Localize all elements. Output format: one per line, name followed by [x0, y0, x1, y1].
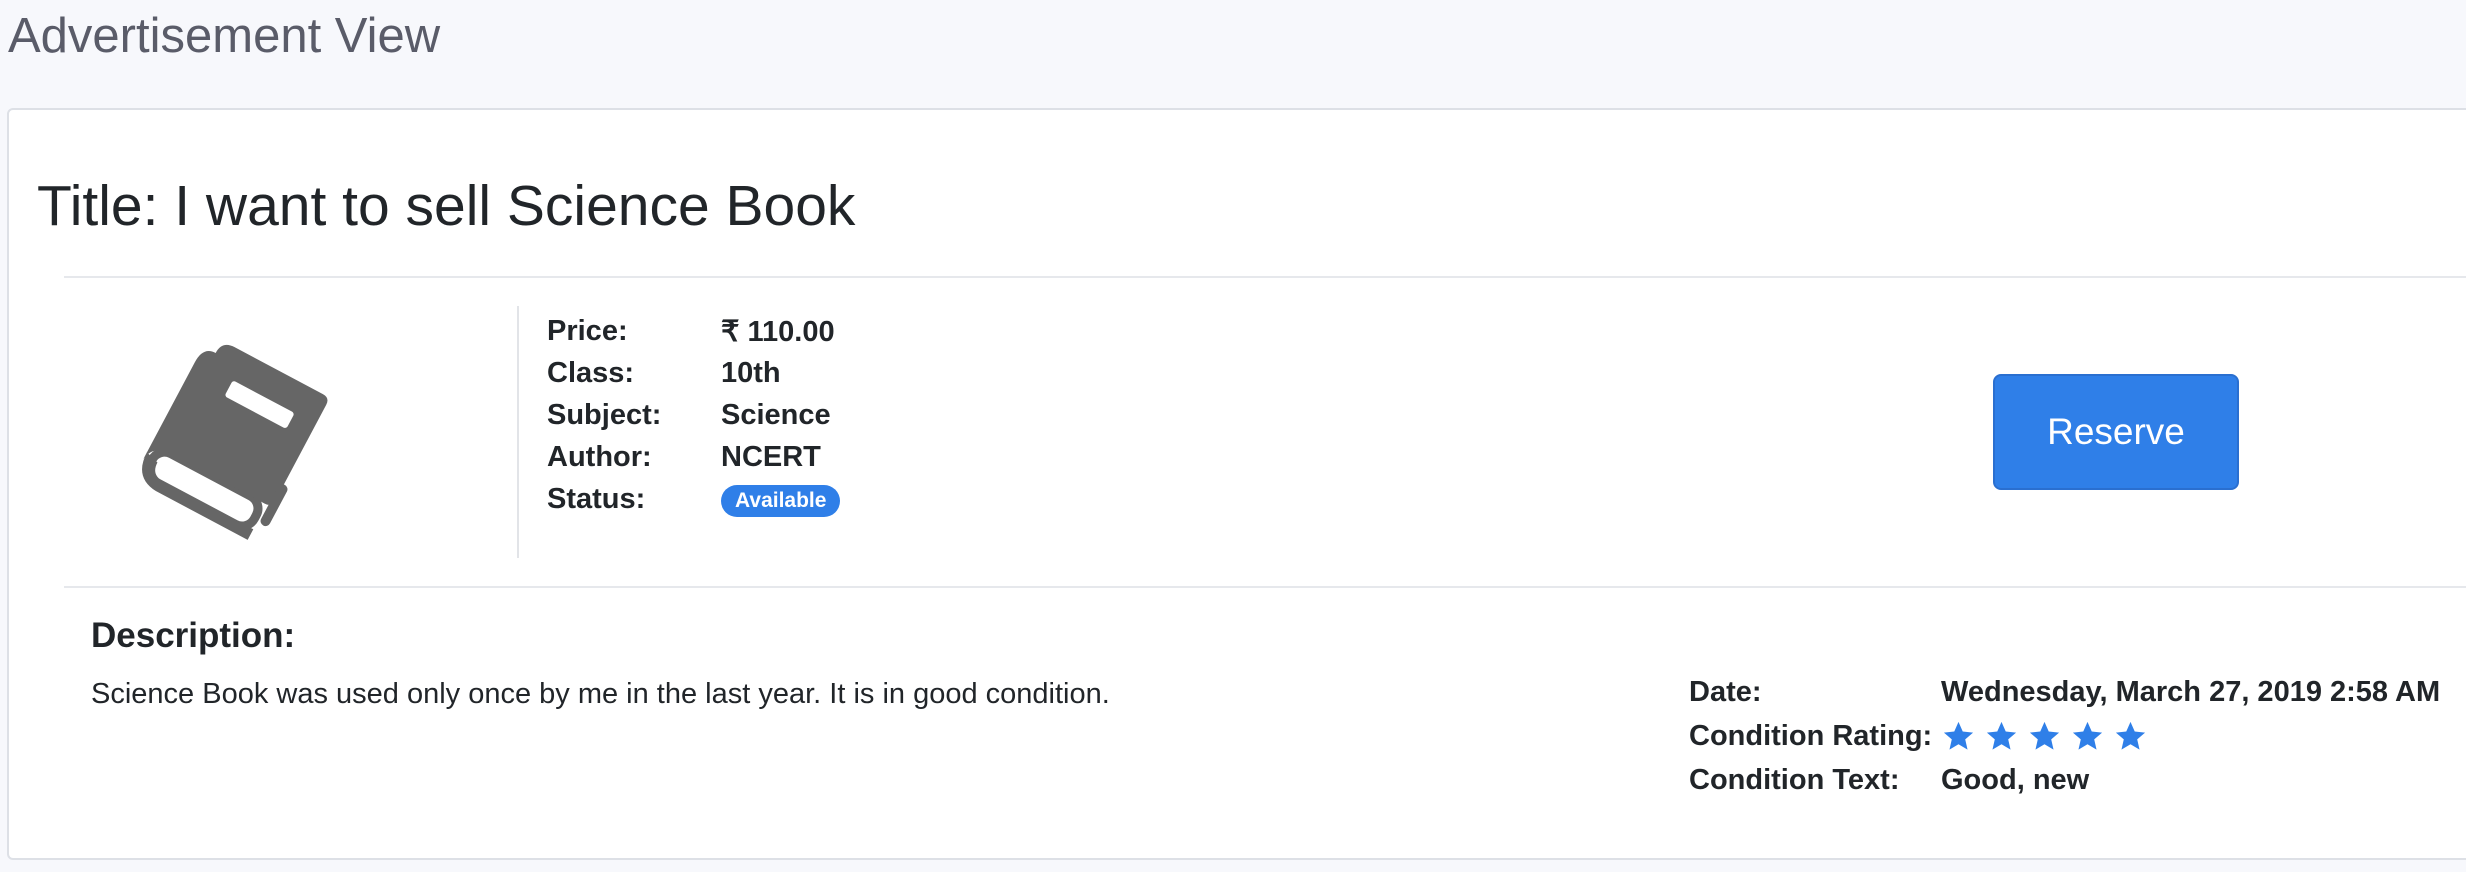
spec-row-class: Class: 10th	[547, 352, 840, 394]
divider	[64, 586, 2466, 588]
spec-row-price: Price: ₹ 110.00	[547, 310, 840, 352]
subject-value: Science	[721, 398, 831, 431]
star-icon	[2072, 721, 2103, 750]
description-heading: Description:	[91, 616, 296, 655]
class-label: Class:	[547, 356, 635, 389]
star-icon	[1986, 721, 2017, 750]
advertisement-card: Title: I want to sell Science Book Price…	[7, 108, 2466, 860]
description-text: Science Book was used only once by me in…	[91, 678, 1110, 710]
condition-rating-stars	[1941, 719, 2148, 754]
spec-row-status: Status: Available	[547, 478, 841, 520]
spec-row-subject: Subject: Science	[547, 394, 840, 436]
class-value: 10th	[721, 356, 781, 389]
price-label: Price:	[547, 314, 628, 347]
condition-label: Condition Text:	[1689, 763, 1900, 796]
meta-row-condition: Condition Text: Good, new	[1689, 758, 2440, 802]
star-icon	[1943, 721, 1974, 750]
divider	[64, 276, 2466, 278]
author-value: NCERT	[721, 440, 821, 473]
date-value: Wednesday, March 27, 2019 2:58 AM	[1941, 675, 2441, 708]
meta-table: Date: Wednesday, March 27, 2019 2:58 AM …	[1689, 670, 2440, 802]
book-icon	[142, 344, 328, 540]
status-value-wrapper: Available	[721, 482, 841, 517]
rating-label: Condition Rating:	[1689, 719, 1933, 752]
vertical-divider	[517, 306, 519, 558]
ad-title: Title: I want to sell Science Book	[37, 174, 856, 238]
meta-row-date: Date: Wednesday, March 27, 2019 2:58 AM	[1689, 670, 2440, 714]
condition-value: Good, new	[1941, 763, 2090, 796]
date-label: Date:	[1689, 675, 1762, 708]
subject-label: Subject:	[547, 398, 662, 431]
price-value: ₹ 110.00	[721, 315, 835, 348]
star-icon	[2029, 721, 2060, 750]
spec-table: Price: ₹ 110.00 Class: 10th Subject: Sci…	[547, 310, 841, 520]
spec-row-author: Author: NCERT	[547, 436, 840, 478]
author-label: Author:	[547, 440, 652, 473]
status-badge: Available	[721, 484, 841, 517]
page-title: Advertisement View	[8, 9, 441, 63]
star-icon	[2115, 721, 2146, 750]
reserve-button[interactable]: Reserve	[1993, 374, 2239, 490]
meta-row-rating: Condition Rating:	[1689, 714, 2440, 758]
status-label: Status:	[547, 482, 646, 515]
